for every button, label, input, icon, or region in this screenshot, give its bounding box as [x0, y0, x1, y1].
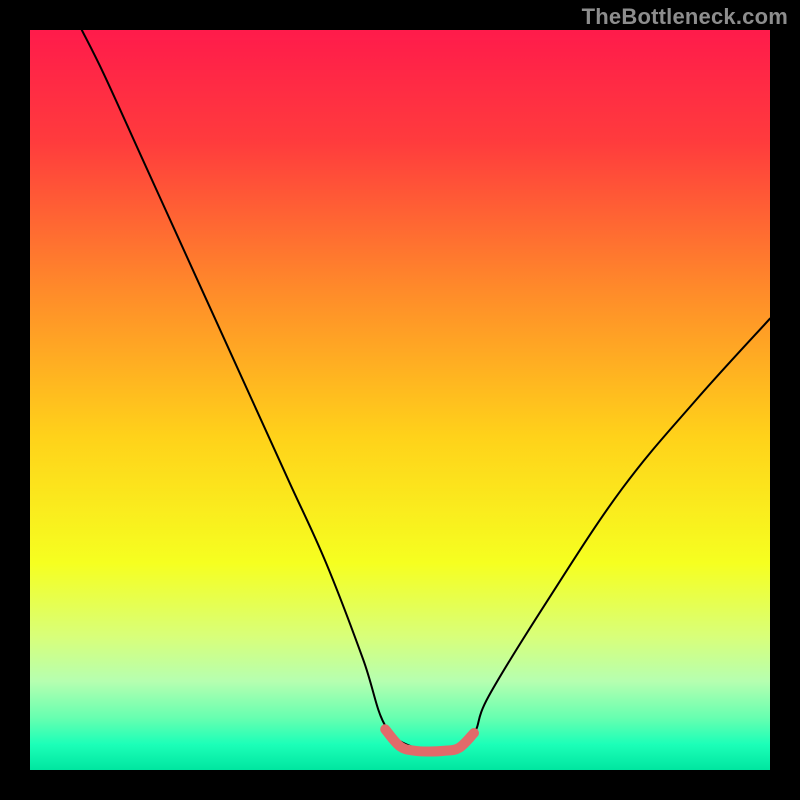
optimal-band: [385, 729, 474, 751]
plot-area: [30, 30, 770, 770]
chart-frame: TheBottleneck.com: [0, 0, 800, 800]
curve-layer: [30, 30, 770, 770]
watermark-text: TheBottleneck.com: [582, 4, 788, 30]
bottleneck-curve: [82, 30, 770, 750]
